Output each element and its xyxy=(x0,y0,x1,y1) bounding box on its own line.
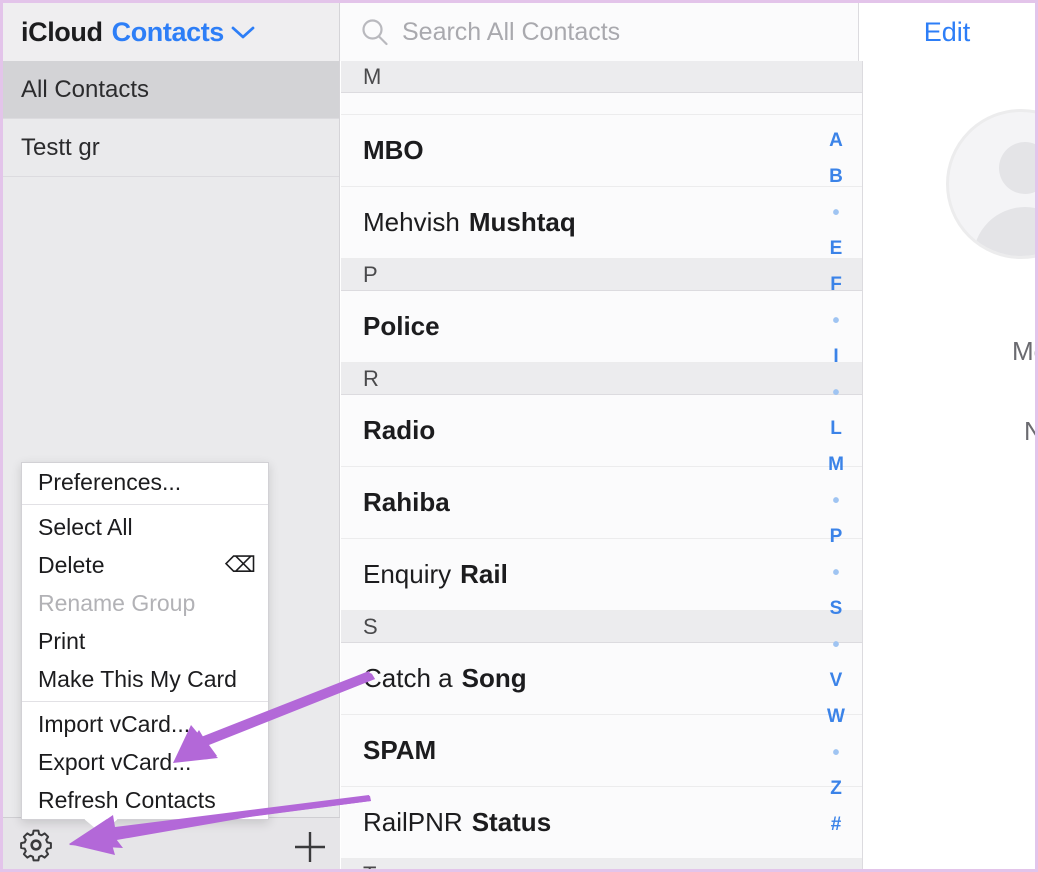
sidebar-item-all-contacts[interactable]: All Contacts xyxy=(3,61,339,119)
alphabet-index-dot[interactable]: • xyxy=(832,303,839,339)
alphabet-index-i[interactable]: I xyxy=(833,339,838,375)
contact-last-name: Rail xyxy=(460,559,508,589)
plus-icon[interactable] xyxy=(291,828,329,866)
menu-item-delete[interactable]: Delete ⌫ xyxy=(22,546,268,584)
person-placeholder-icon xyxy=(946,109,1035,259)
contact-first-name: Mehvish xyxy=(363,207,460,237)
alphabet-index-v[interactable]: V xyxy=(830,663,843,699)
menu-item-select-all[interactable]: Select All xyxy=(22,508,268,546)
edit-button-container: Edit xyxy=(859,3,1035,61)
contact-last-name: MBO xyxy=(363,135,424,165)
sidebar-item-testt-gr[interactable]: Testt gr xyxy=(3,119,339,177)
alphabet-index-dot[interactable]: • xyxy=(832,627,839,663)
menu-item-preferences[interactable]: Preferences... xyxy=(22,463,268,501)
contact-last-name: Rahiba xyxy=(363,487,450,517)
menu-item-label: Delete xyxy=(38,551,105,578)
contact-list-item[interactable]: Mehvish Mushtaq xyxy=(341,187,862,259)
alphabet-index-dot[interactable]: • xyxy=(832,735,839,771)
search-input[interactable] xyxy=(402,17,832,47)
contact-last-name: Mushtaq xyxy=(468,207,576,237)
chevron-down-icon[interactable] xyxy=(230,24,256,40)
contact-last-name: Radio xyxy=(363,415,436,445)
alphabet-index-dot[interactable]: • xyxy=(832,555,839,591)
contact-list-item[interactable]: MBO xyxy=(341,115,862,187)
icloud-contacts-window: iCloud Contacts Edit All Contacts Testt … xyxy=(0,0,1038,872)
sidebar-bottom-toolbar xyxy=(3,817,340,869)
contact-last-name: SPAM xyxy=(363,735,437,765)
contacts-section-header: S xyxy=(341,611,862,643)
alphabet-index-w[interactable]: W xyxy=(827,699,845,735)
avatar-head-shape xyxy=(999,142,1035,194)
edit-button[interactable]: Edit xyxy=(924,17,971,48)
alphabet-index-a[interactable]: A xyxy=(829,123,843,159)
gear-icon[interactable] xyxy=(19,828,53,862)
menu-separator xyxy=(22,701,268,702)
contact-detail-subtitle: N xyxy=(1024,416,1035,447)
alphabet-index-f[interactable]: F xyxy=(830,267,842,303)
alphabet-index[interactable]: A B • E F • I • L M • P • S • V W • Z # xyxy=(809,61,863,869)
menu-item-label: Import vCard... xyxy=(38,710,191,737)
contact-list-item[interactable]: RailPNR Status xyxy=(341,787,862,859)
contact-list-item[interactable]: Enquiry Rail xyxy=(341,539,862,611)
menu-item-label: Print xyxy=(38,627,86,654)
menu-item-label: Export vCard... xyxy=(38,748,192,775)
brand-icloud-label: iCloud xyxy=(21,16,103,47)
alphabet-index-z[interactable]: Z xyxy=(830,771,842,807)
alphabet-index-dot[interactable]: • xyxy=(832,483,839,519)
search-bar[interactable] xyxy=(340,3,859,61)
alphabet-index-p[interactable]: P xyxy=(830,519,843,555)
menu-item-label: Rename Group xyxy=(38,589,196,616)
search-icon xyxy=(360,17,390,47)
contacts-section-header: M xyxy=(341,61,862,93)
contact-list-item[interactable]: Radio xyxy=(341,395,862,467)
contact-detail-pane: Mo N xyxy=(864,61,1035,869)
alphabet-index-dot[interactable]: • xyxy=(832,375,839,411)
contact-list-item[interactable]: Police xyxy=(341,291,862,363)
contact-last-name: Song xyxy=(461,663,527,693)
contact-list-item[interactable]: Catch a Song xyxy=(341,643,862,715)
alphabet-index-#[interactable]: # xyxy=(831,807,842,843)
sidebar-item-label: All Contacts xyxy=(21,75,150,103)
contact-list-item[interactable]: SPAM xyxy=(341,715,862,787)
contacts-list-spacer xyxy=(341,93,862,115)
contacts-list[interactable]: M MBO Mehvish Mushtaq P Police R Radio Rahiba Enq… xyxy=(341,61,863,869)
contact-last-name: Police xyxy=(363,311,440,341)
contacts-section-header: T xyxy=(341,859,862,869)
alphabet-index-s[interactable]: S xyxy=(830,591,843,627)
menu-item-label: Make This My Card xyxy=(38,665,237,692)
avatar-body-shape xyxy=(973,207,1035,256)
menu-item-make-this-my-card[interactable]: Make This My Card xyxy=(22,660,268,698)
alphabet-index-m[interactable]: M xyxy=(828,447,844,483)
menu-item-export-vcard[interactable]: Export vCard... xyxy=(22,743,268,781)
contacts-section-header: P xyxy=(341,259,862,291)
alphabet-index-b[interactable]: B xyxy=(829,159,843,195)
alphabet-index-e[interactable]: E xyxy=(830,231,843,267)
alphabet-index-l[interactable]: L xyxy=(830,411,842,447)
menu-separator xyxy=(22,504,268,505)
menu-item-import-vcard[interactable]: Import vCard... xyxy=(22,705,268,743)
menu-item-refresh-contacts[interactable]: Refresh Contacts xyxy=(22,781,268,819)
menu-item-shortcut: ⌫ xyxy=(224,552,256,577)
menu-item-rename-group: Rename Group xyxy=(22,584,268,622)
sidebar-item-label: Testt gr xyxy=(21,133,100,161)
brand-contacts-label: Contacts xyxy=(111,16,225,47)
contact-first-name: Catch a xyxy=(363,663,453,693)
menu-item-label: Refresh Contacts xyxy=(38,786,216,813)
top-bar: iCloud Contacts Edit xyxy=(3,3,1035,61)
settings-context-menu[interactable]: Preferences... Select All Delete ⌫ Rename Gr… xyxy=(21,462,269,833)
contact-last-name: Status xyxy=(471,807,552,837)
contact-first-name: Enquiry xyxy=(363,559,452,589)
contacts-section-header: R xyxy=(341,363,862,395)
menu-item-label: Select All xyxy=(38,513,133,540)
contact-first-name: RailPNR xyxy=(363,807,463,837)
contact-list-item[interactable]: Rahiba xyxy=(341,467,862,539)
menu-item-label: Preferences... xyxy=(38,468,182,495)
alphabet-index-dot[interactable]: • xyxy=(832,195,839,231)
menu-item-print[interactable]: Print xyxy=(22,622,268,660)
contact-detail-name: Mo xyxy=(1012,336,1035,366)
app-brand[interactable]: iCloud Contacts xyxy=(3,3,340,61)
